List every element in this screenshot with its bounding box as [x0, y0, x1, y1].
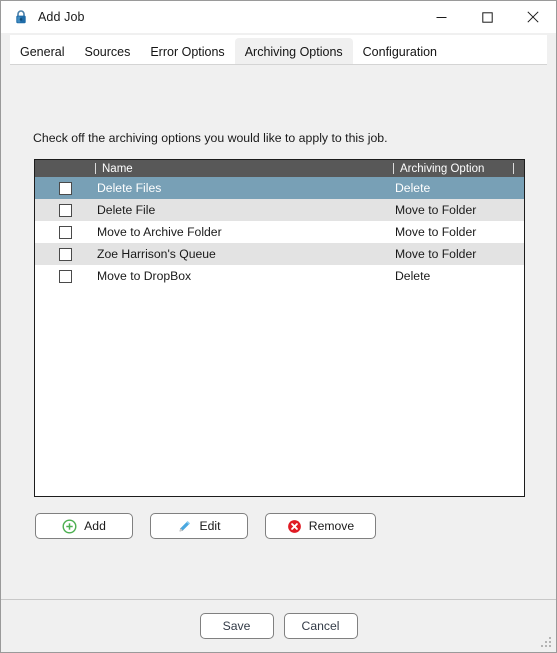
close-button[interactable] — [510, 1, 556, 33]
table-row[interactable]: Zoe Harrison's Queue Move to Folder — [35, 243, 524, 265]
tab-archiving-options-label: Archiving Options — [244, 44, 343, 59]
maximize-icon — [481, 11, 493, 23]
row-option-cell: Move to Folder — [395, 203, 477, 217]
row-name-cell: Delete File — [97, 203, 156, 217]
list-header-row: Name Archiving Option — [35, 160, 524, 177]
tab-strip: General Sources Error Options Archiving … — [10, 35, 547, 65]
maximize-button[interactable] — [464, 1, 510, 33]
row-checkbox[interactable] — [59, 269, 72, 283]
row-name-cell: Delete Files — [97, 181, 162, 195]
column-divider-icon — [513, 163, 514, 174]
column-header-name-label: Name — [102, 162, 133, 175]
column-header-trailing[interactable] — [513, 160, 520, 177]
list-action-buttons: Add Edit Remove — [35, 513, 376, 539]
tab-error-options-label: Error Options — [150, 44, 225, 59]
tab-strip-container: General Sources Error Options Archiving … — [1, 33, 556, 71]
row-option-cell: Move to Folder — [395, 247, 477, 261]
row-checkbox[interactable] — [59, 181, 72, 195]
edit-button[interactable]: Edit — [150, 513, 248, 539]
add-button-label: Add — [84, 519, 106, 533]
tab-archiving-options[interactable]: Archiving Options — [234, 38, 353, 65]
close-icon — [527, 11, 539, 23]
row-option-cell: Move to Folder — [395, 225, 477, 239]
list-rows: Delete Files Delete Delete File Move to … — [35, 177, 524, 287]
add-button[interactable]: Add — [35, 513, 133, 539]
row-name-cell: Move to DropBox — [97, 269, 192, 283]
add-circle-icon — [62, 519, 77, 533]
row-checkbox[interactable] — [59, 225, 72, 239]
resize-grip-icon[interactable] — [541, 637, 552, 648]
window-controls — [418, 1, 556, 33]
edit-button-label: Edit — [199, 519, 221, 533]
remove-button-label: Remove — [308, 519, 355, 533]
tab-configuration-label: Configuration — [362, 44, 438, 59]
row-checkbox[interactable] — [59, 203, 72, 217]
table-row[interactable]: Delete Files Delete — [35, 177, 524, 199]
add-job-dialog: Add Job General Sources Error Options Ar… — [0, 0, 557, 653]
instruction-text: Check off the archiving options you woul… — [33, 131, 388, 145]
archiving-options-list[interactable]: Name Archiving Option Delete Files Delet… — [34, 159, 525, 497]
column-divider-icon — [95, 163, 96, 174]
row-name-cell: Zoe Harrison's Queue — [97, 247, 216, 261]
table-row[interactable]: Move to Archive Folder Move to Folder — [35, 221, 524, 243]
pencil-icon — [180, 520, 191, 531]
tab-general-label: General — [20, 44, 65, 59]
cancel-button[interactable]: Cancel — [283, 613, 358, 639]
save-button[interactable]: Save — [199, 613, 274, 639]
tab-error-options[interactable]: Error Options — [140, 38, 234, 65]
window-title: Add Job — [38, 10, 85, 24]
tab-sources[interactable]: Sources — [74, 38, 140, 65]
cancel-button-label: Cancel — [301, 619, 340, 633]
table-row[interactable]: Delete File Move to Folder — [35, 199, 524, 221]
row-option-cell: Delete — [395, 269, 431, 283]
column-header-name[interactable]: Name — [95, 160, 133, 177]
remove-circle-icon — [287, 519, 301, 533]
remove-button[interactable]: Remove — [265, 513, 376, 539]
tab-strip-underline — [10, 64, 547, 65]
tab-sources-label: Sources — [84, 44, 131, 59]
table-row[interactable]: Move to DropBox Delete — [35, 265, 524, 287]
save-button-label: Save — [222, 619, 251, 633]
row-name-cell: Move to Archive Folder — [97, 225, 222, 239]
minimize-icon — [436, 16, 446, 18]
column-divider-icon — [393, 163, 394, 174]
column-header-archiving-option-label: Archiving Option — [400, 162, 485, 175]
title-bar: Add Job — [1, 1, 556, 33]
tab-content-archiving-options: Check off the archiving options you woul… — [1, 71, 556, 599]
column-header-archiving-option[interactable]: Archiving Option — [393, 160, 484, 177]
tab-configuration[interactable]: Configuration — [353, 38, 447, 65]
row-checkbox[interactable] — [59, 247, 72, 261]
padlock-icon — [16, 10, 26, 24]
minimize-button[interactable] — [418, 1, 464, 33]
dialog-footer: Save Cancel — [1, 599, 556, 652]
row-option-cell: Delete — [395, 181, 431, 195]
tab-general[interactable]: General — [10, 38, 74, 65]
